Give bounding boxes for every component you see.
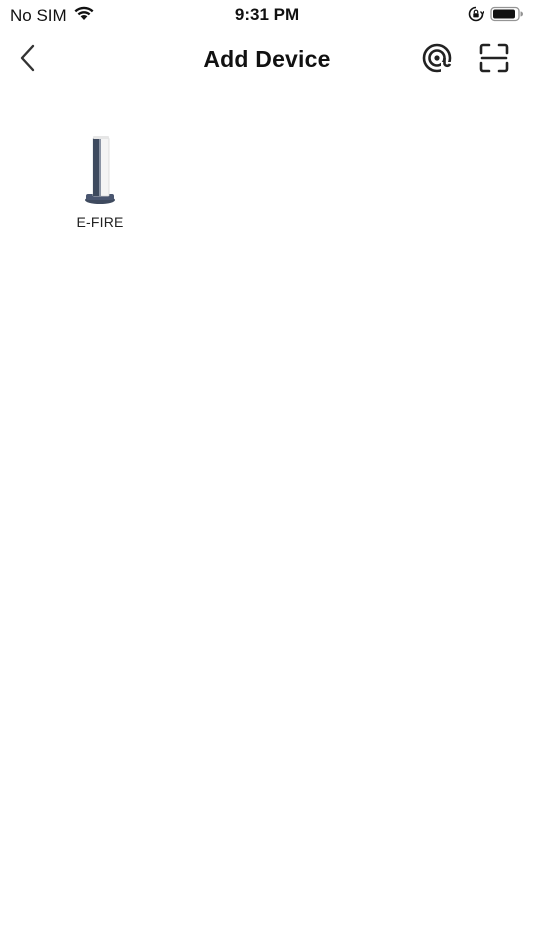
device-label: E-FIRE [76, 214, 124, 230]
battery-icon [490, 6, 524, 27]
nearby-scan-icon [421, 42, 453, 79]
status-time: 9:31 PM [234, 5, 300, 24]
navigation-bar: Add Device [0, 36, 534, 84]
nearby-scan-button[interactable] [419, 42, 455, 78]
qr-scan-button[interactable] [476, 42, 512, 78]
status-right-group [468, 6, 524, 27]
orientation-lock-icon [468, 6, 485, 27]
device-tile-e-fire[interactable]: E-FIRE [60, 130, 140, 240]
status-bar: No SIM 9:31 PM [0, 0, 534, 32]
qr-scan-icon [478, 42, 510, 79]
tower-device-icon [80, 130, 120, 206]
